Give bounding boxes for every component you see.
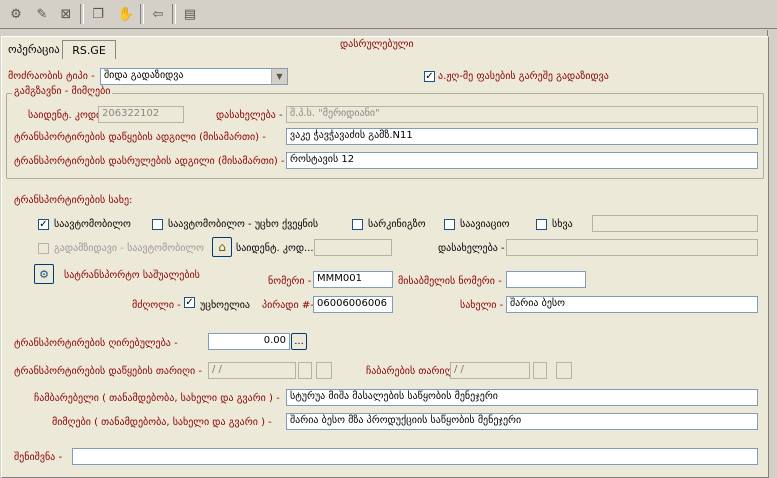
carrier-code-input[interactable] — [314, 239, 392, 256]
carrier-code-label: საიდენტ. კოდ... — [236, 243, 314, 254]
driver-name-input[interactable]: შარია ბესო — [506, 296, 758, 313]
transport-other-input[interactable] — [592, 215, 758, 232]
vehicle-number-input[interactable]: MMM001 — [313, 271, 393, 288]
vehicle-icon[interactable]: ⚙ — [34, 264, 54, 284]
start-date-label: ტრანსპორტირების დაწყების თარიღი - — [14, 366, 202, 377]
handover-input[interactable]: სტურუა მიშა მასალების საწყობის მენეჯერი — [286, 389, 758, 406]
foreigner-label: უცხოელია — [200, 300, 250, 311]
copy-icon[interactable]: ❐ — [88, 4, 108, 24]
status-label: დასრულებული — [340, 39, 414, 50]
transport-other-label: სხვა — [552, 219, 573, 230]
trailer-number-input[interactable] — [506, 271, 586, 288]
transport-other-checkbox[interactable] — [536, 219, 547, 230]
movement-type-value: შიდა გადაზიდვა — [104, 70, 184, 81]
receiver-input[interactable]: შარია ბესო მზა პროდუქციის საწყობის მენეჯ… — [286, 413, 758, 430]
carrier-auto-label: გადამზიდავი - საავტომობილო — [54, 243, 204, 254]
start-place-label: ტრანსპორტირების დაწყების ადგილი (მისამარ… — [14, 132, 266, 143]
start-date-calendar[interactable] — [316, 362, 332, 379]
driver-name-label: სახელი - — [460, 300, 504, 311]
transport-auto-checkbox[interactable]: ✓ — [38, 219, 49, 230]
transport-auto-foreign-label: საავტომობილო - უცხო ქვეყნის — [168, 219, 319, 230]
form-icon[interactable]: ▤ — [180, 4, 200, 24]
sender-code-input[interactable]: 206322102 — [98, 106, 184, 123]
toolbar-separator — [140, 4, 144, 24]
notes-input[interactable] — [72, 448, 758, 465]
chevron-down-icon[interactable]: ▼ — [271, 69, 287, 84]
transport-air-checkbox[interactable] — [444, 219, 455, 230]
outside-zone-checkbox[interactable]: ✓ — [424, 71, 435, 82]
sender-name-input[interactable]: შ.პ.ს. "მერიდიანი" — [286, 106, 758, 123]
movement-type-label: მოძრაობის ტიპი - — [8, 71, 95, 82]
driver-label: მძღოლი - — [132, 300, 181, 311]
movement-type-select[interactable]: შიდა გადაზიდვა ▼ — [100, 68, 288, 85]
close-icon[interactable]: ⊠ — [56, 4, 76, 24]
cost-input[interactable]: 0.00 — [208, 333, 290, 350]
vehicle-number-label: ნომერი - — [268, 276, 312, 287]
new-icon[interactable]: ⚙ — [6, 4, 26, 24]
handover-label: ჩამბარებელი ( თანამდებობა, სახელი და გვა… — [34, 393, 280, 404]
delivery-date-input[interactable]: / / — [450, 362, 530, 379]
delivery-date-calendar[interactable] — [556, 362, 572, 379]
notes-label: შენიშვნა - — [14, 452, 63, 463]
toolbar-separator — [80, 4, 84, 24]
start-date-spin[interactable] — [298, 362, 312, 379]
personal-number-input[interactable]: 06006006006 — [313, 296, 393, 313]
building-icon[interactable]: ⌂ — [212, 237, 232, 257]
sender-code-label: საიდენტ. კოდი - — [28, 110, 108, 121]
toolbar: ⚙ ✎ ⊠ ❐ ✋ ⇦ ▤ — [0, 0, 777, 29]
receiver-label: მიმღები ( თანამდებობა, სახელი და გვარი )… — [52, 417, 272, 428]
cost-ellipsis-button[interactable]: ... — [291, 333, 307, 350]
sender-name-label: დასახელება - — [216, 110, 283, 121]
personal-number-label: პირადი #- — [262, 300, 314, 311]
foreigner-checkbox[interactable]: ✓ — [184, 297, 195, 308]
transport-auto-label: საავტომობილო — [54, 219, 131, 230]
vehicle-label: სატრანსპორტო საშუალების — [64, 270, 200, 281]
outside-zone-label: ა.ჟღ-მე ფასების გარეშე გადაზიდვა — [438, 71, 609, 82]
start-date-input[interactable]: / / — [208, 362, 296, 379]
tab-rsge[interactable]: RS.GE — [62, 40, 116, 59]
transport-auto-foreign-checkbox[interactable] — [152, 219, 163, 230]
operation-label: ოპერაცია — [8, 43, 60, 56]
carrier-name-input[interactable] — [506, 239, 758, 256]
trailer-number-label: მისაბმელის ნომერი - — [398, 276, 502, 287]
stamp-icon[interactable]: ✋ — [116, 4, 136, 24]
open-icon[interactable]: ✎ — [32, 4, 52, 24]
transport-air-label: საავიაციო — [460, 219, 510, 230]
cost-label: ტრანსპორტირების ღირებულება - — [14, 338, 178, 349]
back-arrow-icon[interactable]: ⇦ — [148, 4, 168, 24]
end-place-input[interactable]: როსტავის 12 — [286, 152, 758, 169]
transport-rail-checkbox[interactable] — [352, 219, 363, 230]
transport-rail-label: სარკინიგზო — [368, 219, 426, 230]
toolbar-separator — [172, 4, 176, 24]
carrier-auto-checkbox[interactable] — [38, 243, 49, 254]
carrier-name-label: დასახელება - — [438, 243, 505, 254]
end-place-label: ტრანსპორტირების დასრულების ადგილი (მისამ… — [14, 156, 285, 167]
transport-type-title: ტრანსპორტირების სახე: — [14, 195, 133, 206]
start-place-input[interactable]: ვაკე ჭავჭავაძის გამზ.N11 — [286, 128, 758, 145]
delivery-date-spin[interactable] — [533, 362, 547, 379]
sender-receiver-group-title: გამგზავნი - მიმღები — [12, 86, 113, 97]
